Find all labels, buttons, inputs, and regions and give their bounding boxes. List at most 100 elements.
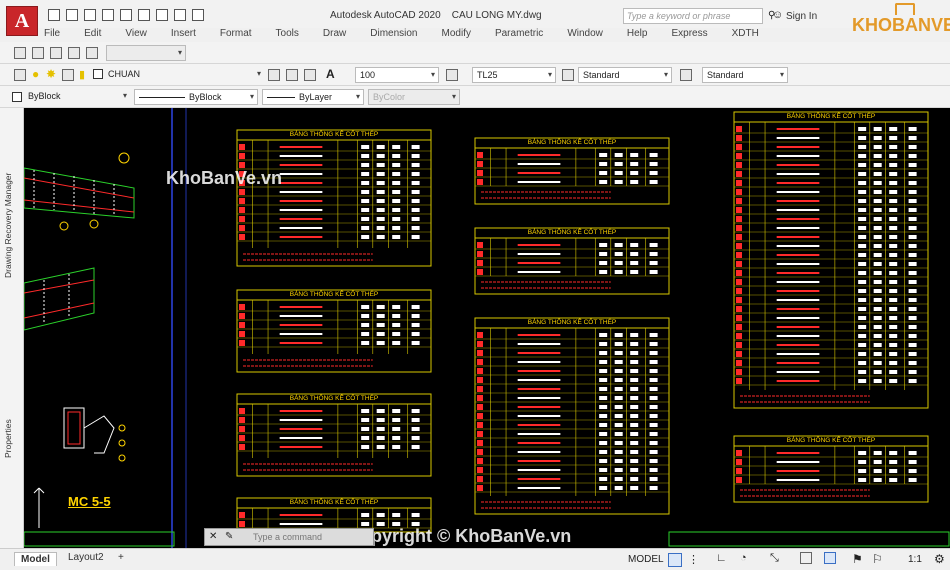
ucs-object-icon[interactable] [86, 47, 98, 59]
multileader-style-icon[interactable] [680, 69, 692, 81]
save-web-icon[interactable] [138, 9, 150, 21]
polar-icon[interactable]: ◔ [740, 552, 747, 564]
schedule-index-mark [736, 279, 742, 285]
text-height-select[interactable]: 100 ▾ [355, 67, 439, 83]
schedule-cell-value [630, 405, 639, 409]
layer-states-icon[interactable] [304, 69, 316, 81]
table-style-icon[interactable] [562, 69, 574, 81]
save-as-icon[interactable] [102, 9, 114, 21]
ucs-previous-icon[interactable] [50, 47, 62, 59]
menu-window[interactable]: Window [567, 28, 603, 42]
schedule-index-mark [736, 378, 742, 384]
menu-parametric[interactable]: Parametric [495, 28, 543, 42]
command-input[interactable]: Type a command [253, 532, 322, 542]
color-swatch [12, 92, 22, 102]
menu-dimension[interactable]: Dimension [370, 28, 417, 42]
schedule-cell-value [873, 325, 882, 329]
dimension-style-select[interactable]: TL25 ▾ [472, 67, 556, 83]
schedule-cell-value [599, 396, 608, 400]
ucs-face-icon[interactable] [68, 47, 80, 59]
grid-icon[interactable] [668, 553, 682, 567]
freeze-icon[interactable] [62, 69, 74, 81]
properties-tab[interactable]: Properties [3, 419, 13, 458]
open-web-icon[interactable] [120, 9, 132, 21]
rebar-shape [776, 254, 820, 256]
undo-icon[interactable] [174, 9, 186, 21]
make-current-icon[interactable] [268, 69, 280, 81]
annotation-scale[interactable]: 1:1 [908, 554, 922, 565]
save-icon[interactable] [84, 9, 96, 21]
menu-tools[interactable]: Tools [276, 28, 299, 42]
menu-file[interactable]: File [44, 28, 60, 42]
schedule-cell-value [873, 226, 882, 230]
menu-view[interactable]: View [125, 28, 147, 42]
lineweight-select[interactable]: ByLayer ▾ [262, 89, 364, 105]
schedule-cell-value [873, 145, 882, 149]
menu-xdth[interactable]: XDTH [732, 28, 759, 42]
rebar-shape [279, 410, 323, 412]
schedule-cell-value [411, 305, 420, 309]
menu-format[interactable]: Format [220, 28, 252, 42]
layer-properties-icon[interactable] [14, 69, 26, 81]
menu-modify[interactable]: Modify [442, 28, 471, 42]
plot-icon[interactable] [156, 9, 168, 21]
schedule-index-mark [736, 207, 742, 213]
rebar-shape [776, 191, 820, 193]
schedule-cell-value [649, 252, 658, 256]
schedule-cell-value [614, 441, 623, 445]
command-line[interactable]: ✕ ✎ Type a command [204, 528, 374, 546]
schedule-index-mark [239, 521, 245, 527]
layer-select[interactable]: CHUAN ▾ [104, 67, 264, 83]
wrench-icon[interactable]: ✎ [225, 531, 233, 542]
model-space-button[interactable]: MODEL [628, 554, 664, 565]
schedule-cell-value [630, 171, 639, 175]
lineweight-icon[interactable] [824, 552, 836, 564]
add-layout-icon[interactable]: + [118, 552, 124, 563]
drawing-canvas[interactable]: MC 5-5 BẢNG THỐNG KÊ CỐT THÉP BẢNG THỐNG… [24, 108, 950, 548]
close-icon[interactable]: ✕ [209, 531, 217, 542]
text-style-icon[interactable]: A [326, 67, 335, 81]
schedule-index-mark [736, 225, 742, 231]
snap-icon[interactable]: ⋮ [688, 553, 699, 566]
drawing-recovery-manager-tab[interactable]: Drawing Recovery Manager [3, 173, 13, 278]
schedule-cell-value [614, 252, 623, 256]
multileader-style-select[interactable]: Standard ▾ [702, 67, 788, 83]
search-input[interactable]: Type a keyword or phrase [623, 8, 763, 24]
menu-edit[interactable]: Edit [84, 28, 101, 42]
lightbulb-icon[interactable]: ● [32, 67, 39, 81]
menu-express[interactable]: Express [671, 28, 707, 42]
osnap-icon[interactable]: ⤡ [770, 552, 779, 565]
color-select[interactable]: ByBlock ▾ [24, 89, 130, 105]
otrack-icon[interactable] [800, 552, 812, 564]
ucs-icon[interactable] [14, 47, 26, 59]
annotation-visibility-icon[interactable]: ⚐ [872, 552, 883, 566]
application-menu-button[interactable]: A [6, 6, 38, 36]
sign-in-button[interactable]: Sign In [786, 11, 817, 22]
menu-draw[interactable]: Draw [323, 28, 346, 42]
schedule-cell-value [649, 243, 658, 247]
menu-insert[interactable]: Insert [171, 28, 196, 42]
menu-help[interactable]: Help [627, 28, 648, 42]
sheet-title-2: BẢNG THỐNG KÊ CỐT THÉP [289, 291, 379, 298]
schedule-cell-value [392, 418, 401, 422]
schedule-index-mark [477, 440, 483, 446]
open-file-icon[interactable] [66, 9, 78, 21]
schedule-cell-value [630, 378, 639, 382]
linetype-select[interactable]: ByBlock ▾ [134, 89, 258, 105]
layer-previous-icon[interactable] [286, 69, 298, 81]
sun-icon[interactable]: ✸ [46, 67, 56, 81]
ucs-world-icon[interactable] [32, 47, 44, 59]
schedule-cell-value [630, 414, 639, 418]
tab-layout2[interactable]: Layout2 [68, 552, 104, 563]
lock-icon[interactable]: ▮ [79, 68, 85, 81]
dimension-style-icon[interactable] [446, 69, 458, 81]
plot-style-select[interactable]: ByColor ▾ [368, 89, 460, 105]
redo-icon[interactable] [192, 9, 204, 21]
new-file-icon[interactable] [48, 9, 60, 21]
ortho-icon[interactable]: ∟ [716, 552, 727, 564]
named-ucs-select[interactable]: ▾ [106, 45, 186, 61]
tab-model[interactable]: Model [14, 552, 57, 566]
annotation-icon[interactable]: ⚑ [852, 552, 863, 566]
table-style-select[interactable]: Standard ▾ [578, 67, 672, 83]
settings-gear-icon[interactable]: ⚙ [934, 552, 945, 566]
